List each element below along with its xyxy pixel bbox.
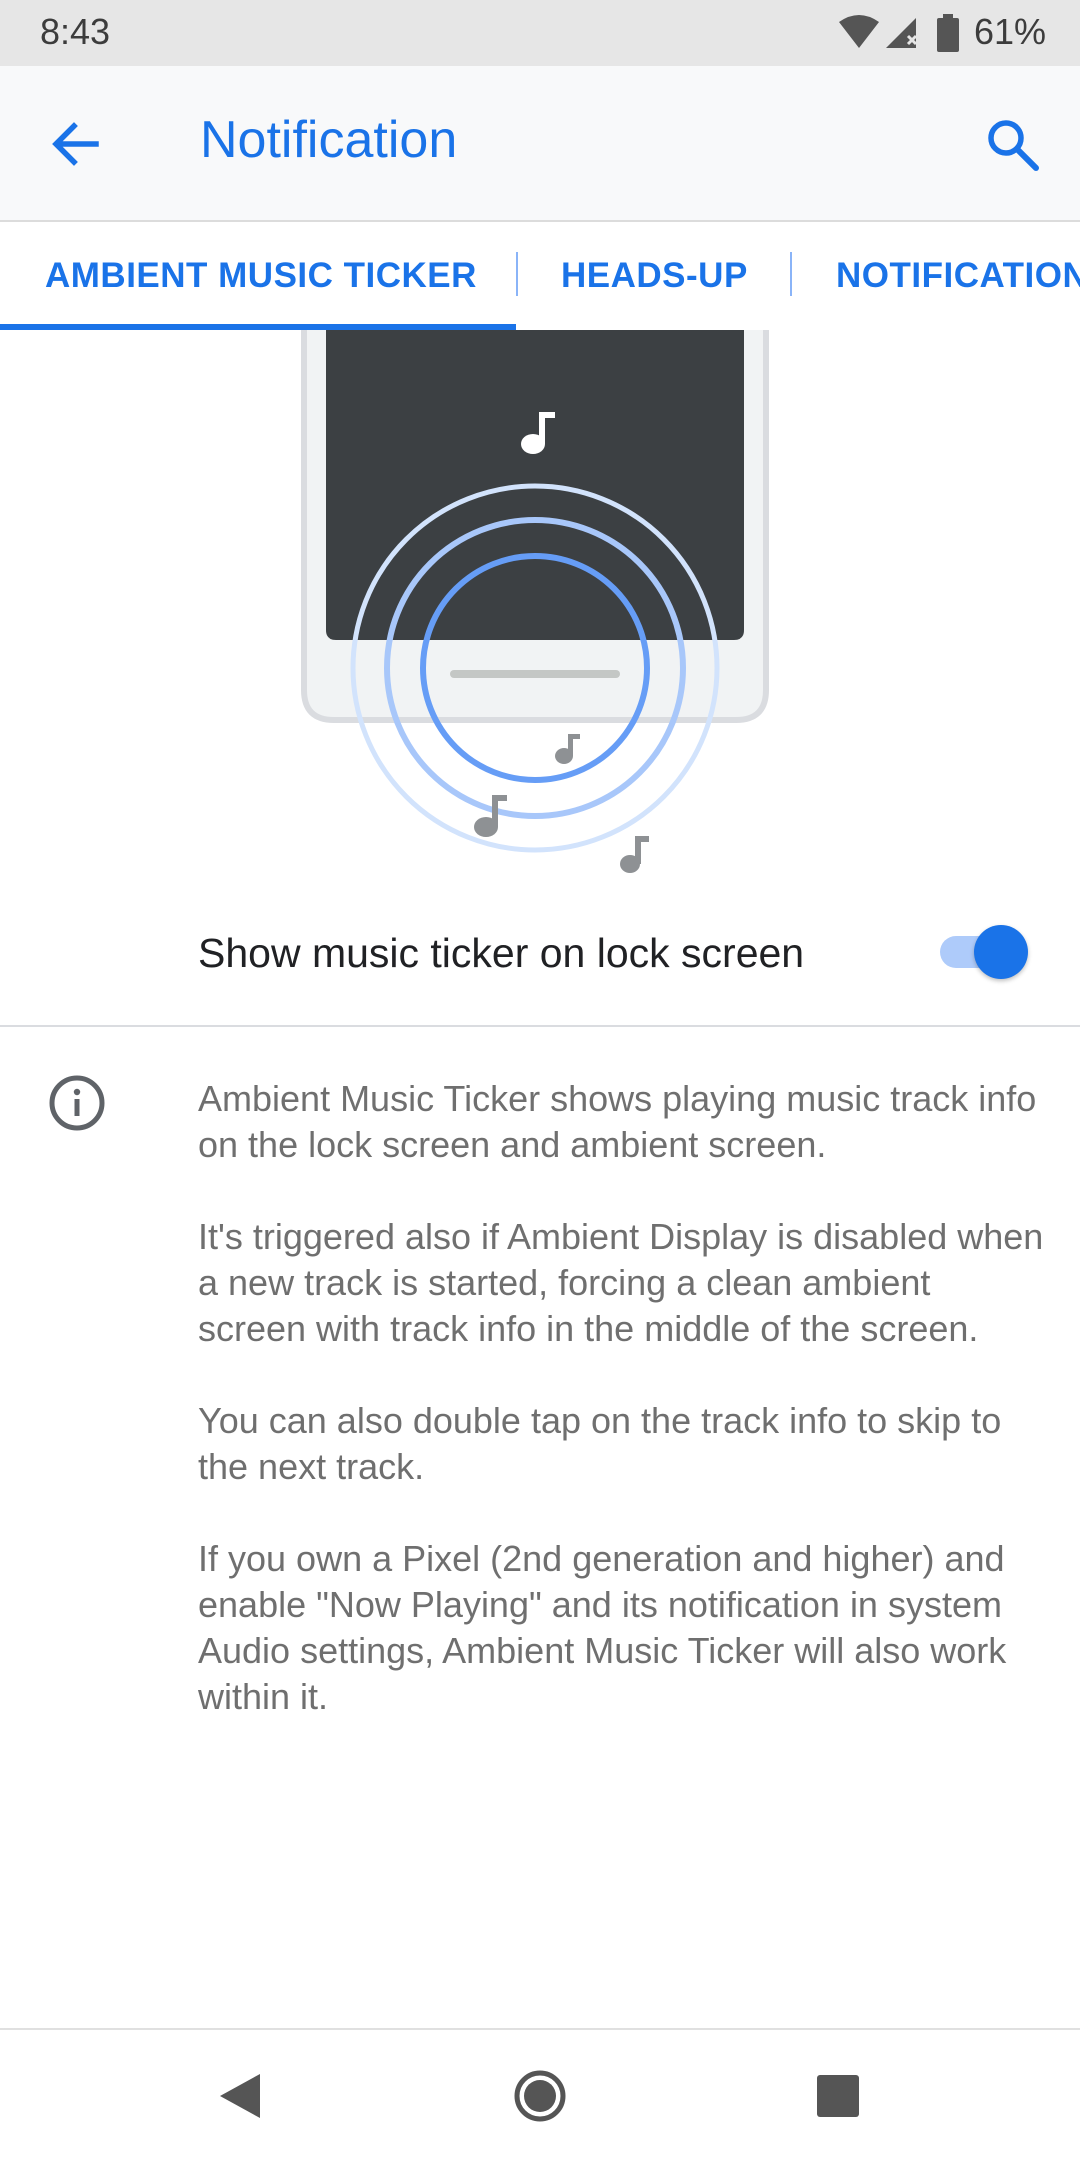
home-circle-icon[interactable]: [510, 2066, 570, 2126]
tab-divider: [790, 252, 792, 296]
info-paragraph: You can also double tap on the track inf…: [198, 1400, 1002, 1487]
music-ticker-toggle[interactable]: [936, 922, 1028, 982]
tab-divider: [516, 252, 518, 296]
divider: [0, 1025, 1080, 1027]
arrow-left-icon[interactable]: [44, 112, 108, 176]
tab-heads-up[interactable]: HEADS-UP: [561, 222, 748, 330]
search-icon[interactable]: [980, 112, 1044, 176]
info-icon: [49, 1075, 105, 1131]
tab-bar: AMBIENT MUSIC TICKER HEADS-UP NOTIFICATI…: [0, 222, 1080, 330]
phone-music-illustration: [301, 330, 769, 873]
back-triangle-icon[interactable]: [212, 2066, 272, 2126]
tab-notification[interactable]: NOTIFICATION: [836, 222, 1080, 330]
cell-signal-icon: [886, 18, 918, 48]
recents-square-icon[interactable]: [808, 2066, 868, 2126]
info-description: Ambient Music Ticker shows playing music…: [198, 1076, 1048, 1766]
toggle-thumb: [974, 925, 1028, 979]
battery-icon: [937, 14, 959, 52]
page-title: Notification: [200, 111, 458, 169]
wifi-icon: [839, 15, 879, 48]
info-paragraph: Ambient Music Ticker shows playing music…: [198, 1078, 1037, 1165]
info-paragraph: If you own a Pixel (2nd generation and h…: [198, 1538, 1007, 1717]
system-nav-bar: [0, 2028, 1080, 2162]
status-time: 8:43: [40, 11, 111, 52]
music-ticker-setting-row[interactable]: Show music ticker on lock screen: [0, 890, 1080, 1026]
tab-ambient-music-ticker[interactable]: AMBIENT MUSIC TICKER: [45, 222, 477, 330]
battery-percentage: 61%: [973, 11, 1046, 52]
app-bar: Notification: [0, 66, 1080, 222]
info-paragraph: It's triggered also if Ambient Display i…: [198, 1216, 1044, 1349]
setting-label: Show music ticker on lock screen: [198, 930, 805, 976]
status-bar: 8:43 61%: [0, 0, 1080, 66]
